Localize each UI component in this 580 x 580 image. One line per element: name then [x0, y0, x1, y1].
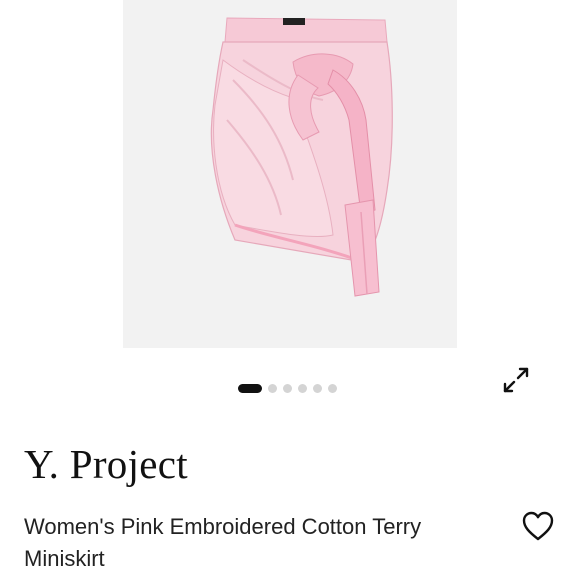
carousel-dot-3[interactable] [283, 383, 292, 393]
carousel-dot-4[interactable] [298, 383, 307, 393]
carousel-indicator [238, 383, 337, 393]
brand-name[interactable]: Y. Project [24, 438, 188, 490]
product-page: Y. Project Women's Pink Embroidered Cott… [0, 0, 580, 580]
carousel-dot-5[interactable] [313, 383, 322, 393]
product-image[interactable] [123, 0, 457, 348]
product-title: Women's Pink Embroidered Cotton Terry Mi… [24, 514, 422, 571]
carousel-dot-1[interactable] [238, 383, 262, 393]
carousel-dot-2[interactable] [268, 383, 277, 393]
brand-label [283, 18, 305, 25]
expand-arrows-icon [503, 367, 529, 393]
favorite-button[interactable] [518, 506, 558, 546]
carousel-dot-6[interactable] [328, 383, 337, 393]
skirt-illustration [210, 17, 393, 297]
heart-outline-icon [522, 511, 554, 541]
expand-image-button[interactable] [497, 361, 535, 399]
